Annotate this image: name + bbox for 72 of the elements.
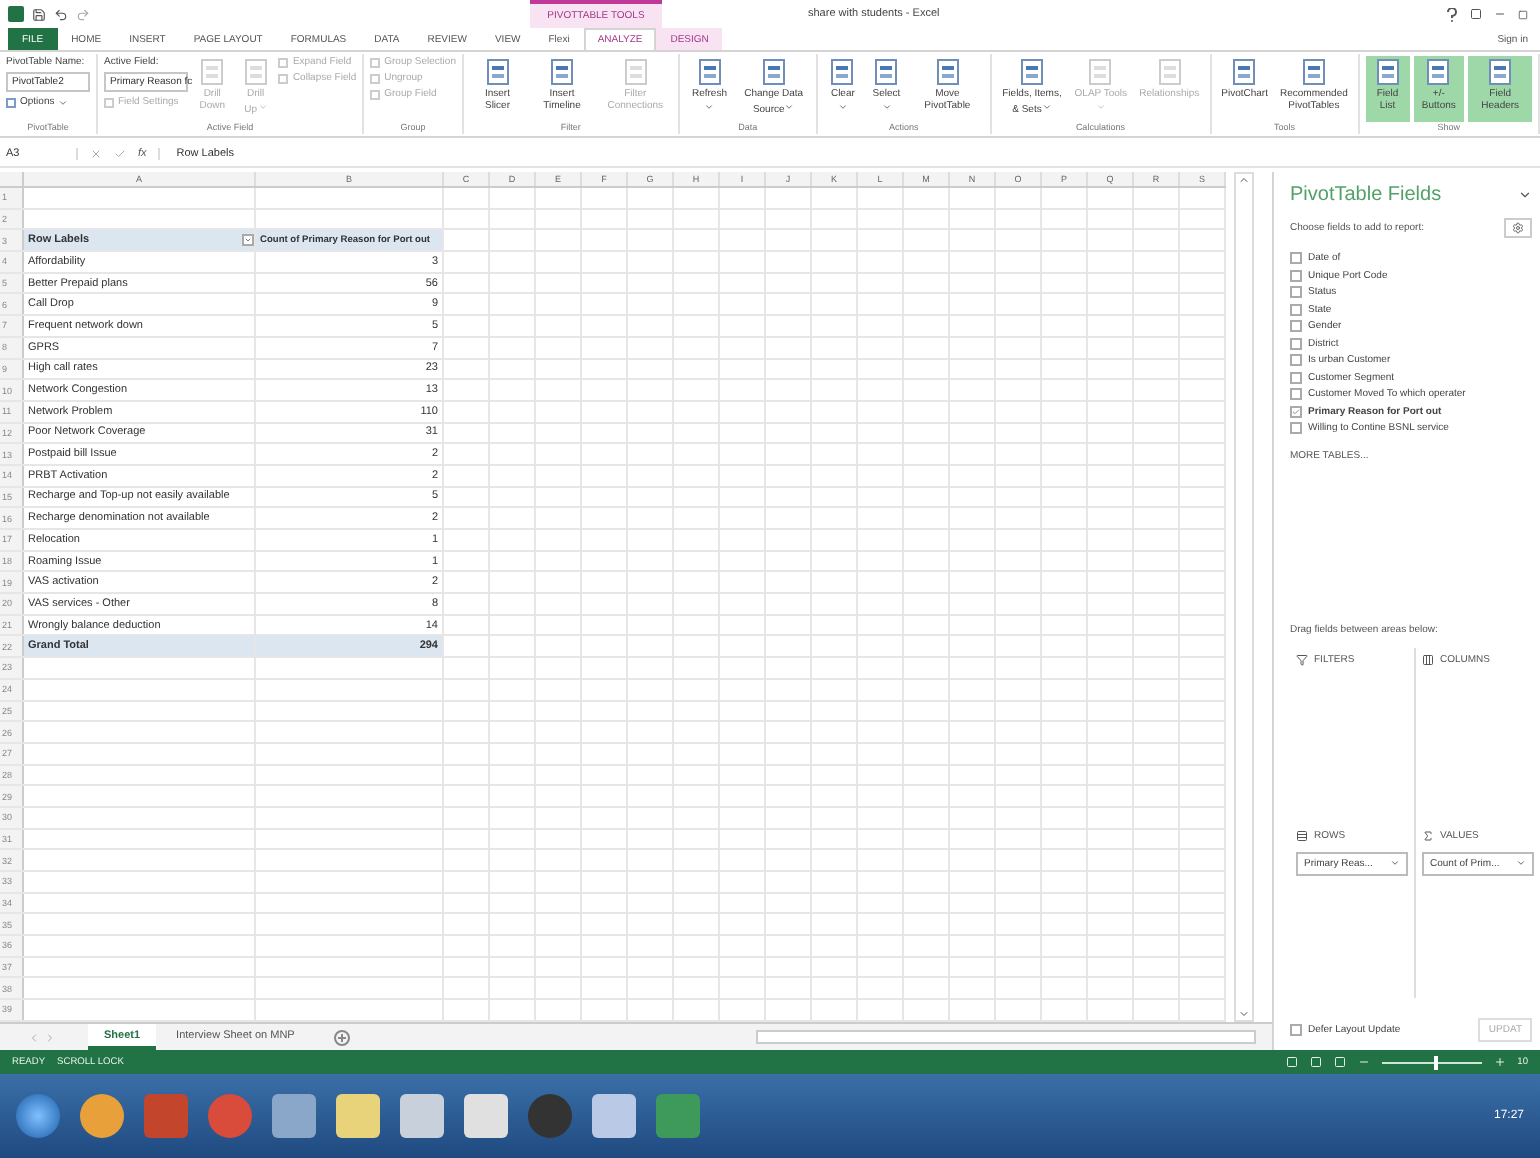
scroll-up-icon[interactable]: [1238, 174, 1250, 186]
save-icon[interactable]: [32, 7, 46, 21]
vertical-scrollbar[interactable]: [1234, 172, 1254, 1022]
enter-icon[interactable]: [114, 148, 126, 160]
document-icon: [1088, 58, 1113, 86]
document-icon: [1020, 58, 1044, 86]
settings-button[interactable]: [1504, 218, 1532, 238]
next-sheet-icon[interactable]: [44, 1031, 56, 1043]
checkbox[interactable]: [1290, 286, 1302, 298]
document-icon: [874, 58, 899, 86]
add-sheet-icon[interactable]: [334, 1029, 351, 1045]
taskbar-app-icon[interactable]: [528, 1094, 572, 1138]
normal-view-icon[interactable]: [1285, 1056, 1298, 1068]
document-icon: [243, 58, 268, 86]
caret-icon: [1516, 858, 1526, 868]
zoom-in-icon[interactable]: [1493, 1056, 1506, 1068]
rows-icon: [1296, 829, 1308, 841]
help-icon[interactable]: [1446, 7, 1458, 21]
pane-title: PivotTable Fields: [1290, 184, 1442, 206]
document-icon: [830, 58, 855, 86]
document-icon: [1232, 58, 1257, 86]
document-icon: [1375, 58, 1400, 86]
minimize-icon[interactable]: [1494, 8, 1506, 20]
document-icon: [1301, 58, 1326, 86]
document-icon: [1157, 58, 1182, 86]
document-icon: [200, 58, 225, 86]
checkbox[interactable]: [1290, 320, 1302, 332]
document-icon: [550, 58, 575, 86]
checkbox[interactable]: [1290, 354, 1302, 366]
document-icon: [623, 58, 648, 86]
caret-icon: [1390, 858, 1400, 868]
previous-sheet-icon[interactable]: [28, 1031, 40, 1043]
zoom-out-icon[interactable]: [1357, 1056, 1370, 1068]
checkbox[interactable]: [1290, 303, 1302, 315]
scroll-down-icon[interactable]: [1238, 1008, 1250, 1020]
taskbar-app-icon[interactable]: [80, 1094, 124, 1138]
document-icon: [761, 58, 786, 86]
checkbox[interactable]: [1290, 1024, 1302, 1036]
document-icon: [935, 58, 960, 86]
filter-icon: [1296, 654, 1308, 666]
taskbar-app-icon[interactable]: [464, 1094, 508, 1138]
document-icon: [1488, 58, 1513, 86]
taskbar-app-icon[interactable]: [336, 1094, 380, 1138]
taskbar-app-icon[interactable]: [208, 1094, 252, 1138]
undo-icon[interactable]: [54, 7, 68, 21]
field-icon: [104, 97, 114, 107]
start-button[interactable]: [16, 1094, 60, 1138]
pane-menu-icon[interactable]: [1518, 188, 1532, 202]
horizontal-scrollbar[interactable]: [756, 1030, 1256, 1044]
cancel-icon[interactable]: [90, 148, 102, 160]
restore-icon[interactable]: [1518, 9, 1528, 19]
document-icon: [1426, 58, 1451, 86]
checkbox[interactable]: [1290, 252, 1302, 264]
columns-icon: [1422, 654, 1434, 666]
sigma-icon: [1422, 829, 1434, 841]
checkbox[interactable]: [1290, 269, 1302, 281]
page-layout-icon[interactable]: [1309, 1056, 1322, 1068]
checkbox[interactable]: [1290, 405, 1302, 417]
page-break-icon[interactable]: [1333, 1056, 1346, 1068]
zoom-thumb[interactable]: [1434, 1055, 1439, 1069]
checkbox[interactable]: [1290, 371, 1302, 383]
filter-dropdown-icon[interactable]: [242, 234, 254, 247]
redo-icon[interactable]: [76, 7, 90, 21]
checkbox[interactable]: [1290, 422, 1302, 434]
ribbon-display-icon[interactable]: [1470, 8, 1482, 20]
document-icon: [697, 58, 722, 86]
settings-icon: [1512, 222, 1524, 234]
checkbox[interactable]: [1290, 337, 1302, 349]
document-icon: [485, 58, 510, 86]
field-icon: [6, 97, 16, 107]
excel-logo-icon: [8, 6, 24, 22]
checkbox[interactable]: [1290, 388, 1302, 400]
